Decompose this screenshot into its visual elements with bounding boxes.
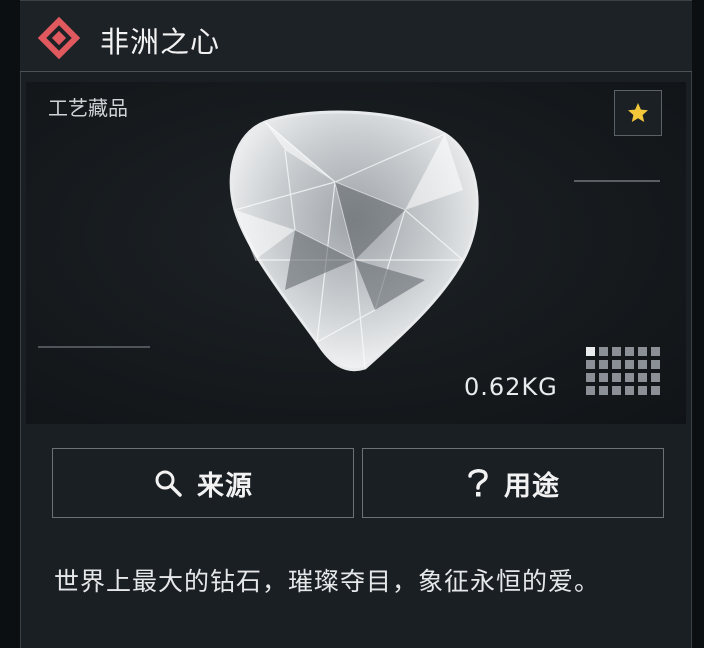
search-icon xyxy=(155,470,182,497)
source-button[interactable]: 来源 xyxy=(52,448,354,518)
item-weight: 0.62KG xyxy=(464,373,558,401)
item-title: 非洲之心 xyxy=(100,25,221,59)
diamond-image xyxy=(229,110,479,372)
item-category: 工艺藏品 xyxy=(48,96,128,120)
question-icon xyxy=(468,469,488,497)
decor-line xyxy=(38,346,150,348)
star-icon xyxy=(628,103,648,122)
usage-button-label: 用途 xyxy=(504,470,560,502)
slot-size-grid xyxy=(586,347,660,395)
item-description: 世界上最大的钻石，璀璨夺目，象征永恒的爱。 xyxy=(54,567,601,596)
source-button-label: 来源 xyxy=(197,470,253,502)
diamond-badge-icon xyxy=(37,16,81,60)
favorite-button[interactable] xyxy=(614,90,662,136)
usage-button[interactable]: 用途 xyxy=(362,448,664,518)
item-header: 非洲之心 xyxy=(20,0,692,72)
decor-line xyxy=(574,180,660,182)
